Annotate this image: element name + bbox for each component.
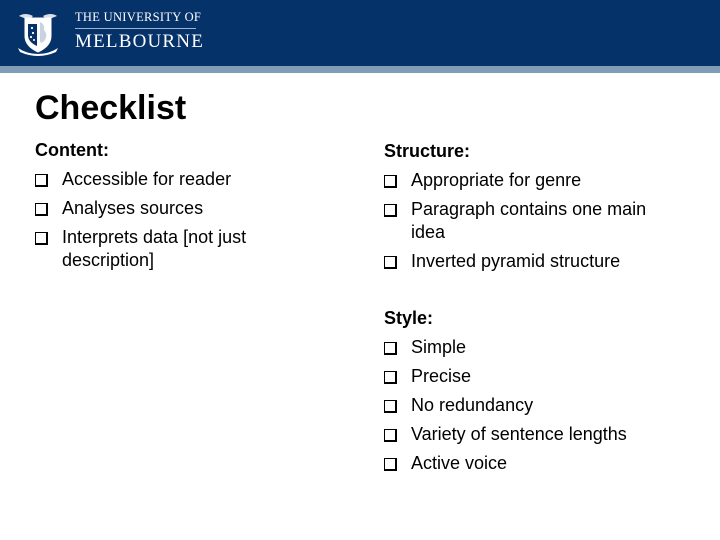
header-stripe — [0, 66, 720, 73]
empty-checkbox-icon[interactable] — [384, 342, 397, 355]
empty-checkbox-icon[interactable] — [384, 204, 397, 217]
checklist-item-label: Active voice — [411, 453, 508, 473]
checklist-item[interactable]: Analyses sources — [35, 194, 335, 223]
university-wordmark: THE UNIVERSITY OF MELBOURNE — [75, 10, 205, 52]
checklist-item-label: Inverted pyramid structure — [411, 251, 621, 271]
checklist-item-label: Analyses sources — [62, 198, 204, 218]
checklist-item[interactable]: Inverted pyramid structure — [384, 247, 704, 276]
structure-style-column: Structure: Appropriate for genre Paragra… — [384, 137, 704, 478]
empty-checkbox-icon[interactable] — [384, 175, 397, 188]
checklist-item-label: Precise — [411, 366, 472, 386]
checklist-item-label: Paragraph contains one main idea — [411, 199, 647, 242]
content-section: Content: Accessible for reader Analyses … — [35, 136, 335, 275]
checklist-item[interactable]: Paragraph contains one main idea — [384, 195, 681, 247]
checklist-item-label: Accessible for reader — [62, 169, 232, 189]
checklist-item[interactable]: Simple — [384, 333, 704, 362]
checklist-item[interactable]: Interprets data [not just description] — [35, 223, 267, 275]
university-crest-icon — [18, 14, 58, 56]
wordmark-line-1: THE UNIVERSITY OF — [75, 10, 202, 24]
checklist-item[interactable]: Accessible for reader — [35, 165, 335, 194]
empty-checkbox-icon[interactable] — [384, 429, 397, 442]
checklist-item[interactable]: No redundancy — [384, 391, 704, 420]
checklist-item[interactable]: Appropriate for genre — [384, 166, 704, 195]
checklist-item-label: Variety of sentence lengths — [411, 424, 627, 444]
structure-section: Structure: Appropriate for genre Paragra… — [384, 137, 704, 276]
empty-checkbox-icon[interactable] — [384, 371, 397, 384]
checklist-item[interactable]: Variety of sentence lengths — [384, 420, 704, 449]
slide-title: Checklist — [35, 89, 187, 127]
header-banner: THE UNIVERSITY OF MELBOURNE — [0, 0, 720, 66]
empty-checkbox-icon[interactable] — [35, 174, 48, 187]
style-heading: Style: — [384, 308, 434, 328]
checklist-item-label: Appropriate for genre — [411, 170, 582, 190]
checklist-item-label: Interprets data [not just description] — [62, 227, 247, 270]
style-section: Style: Simple Precise No redundancy Vari… — [384, 304, 704, 478]
empty-checkbox-icon[interactable] — [384, 400, 397, 413]
checklist-item-label: Simple — [411, 337, 467, 357]
checklist-item[interactable]: Active voice — [384, 449, 704, 478]
empty-checkbox-icon[interactable] — [35, 203, 48, 216]
empty-checkbox-icon[interactable] — [384, 458, 397, 471]
empty-checkbox-icon[interactable] — [384, 256, 397, 269]
checklist-item-label: No redundancy — [411, 395, 534, 415]
wordmark-divider — [75, 28, 196, 29]
empty-checkbox-icon[interactable] — [35, 232, 48, 245]
content-heading: Content: — [35, 140, 109, 160]
checklist-item[interactable]: Precise — [384, 362, 704, 391]
wordmark-line-2: MELBOURNE — [75, 31, 205, 52]
structure-heading: Structure: — [384, 141, 471, 161]
